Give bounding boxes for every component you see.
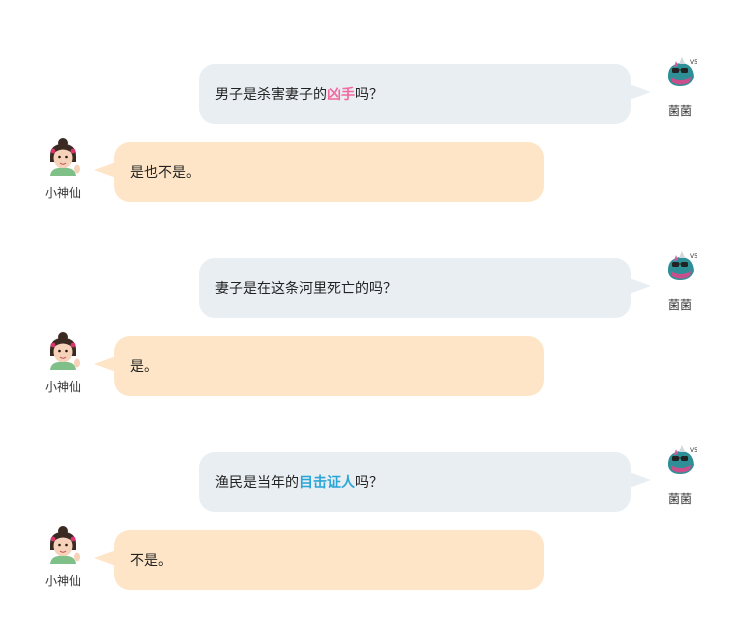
- user-name: 菌菌: [667, 104, 692, 118]
- user-name: 菌菌: [667, 298, 692, 312]
- question-bubble: 渔民是当年的目击证人吗？: [199, 452, 651, 512]
- fairy-avatar[interactable]: 小神仙: [40, 136, 86, 201]
- user-avatar[interactable]: 菌菌: [660, 250, 700, 313]
- user-avatar[interactable]: 菌菌: [660, 444, 700, 507]
- shark-avatar-icon: [663, 250, 697, 284]
- answer-text: 不是。: [130, 553, 172, 569]
- question-highlight: 目击证人: [299, 475, 355, 491]
- user-name: 菌菌: [667, 492, 692, 506]
- question-text-part: 吗？: [355, 87, 383, 103]
- question-text: 妻子是在这条河里死亡的吗？: [215, 278, 397, 298]
- question-bubble: 妻子是在这条河里死亡的吗？: [199, 258, 651, 318]
- shark-avatar-icon: [663, 56, 697, 90]
- question-text-part: 吗？: [355, 475, 383, 491]
- girl-avatar-icon: [43, 524, 83, 564]
- girl-avatar-icon: [43, 136, 83, 176]
- answer-text: 是也不是。: [130, 165, 200, 181]
- fairy-name: 小神仙: [44, 380, 81, 394]
- answer-bubble: 不是。: [94, 530, 544, 590]
- question-text-part: 妻子是在这条河里死亡的吗？: [215, 281, 397, 297]
- fairy-name: 小神仙: [44, 574, 81, 588]
- question-highlight: 凶手: [327, 87, 355, 103]
- shark-avatar-icon: [663, 444, 697, 478]
- fairy-avatar[interactable]: 小神仙: [40, 524, 86, 589]
- fairy-avatar[interactable]: 小神仙: [40, 330, 86, 395]
- question-bubble: 男子是杀害妻子的凶手吗？: [199, 64, 651, 124]
- girl-avatar-icon: [43, 330, 83, 370]
- question-text: 渔民是当年的目击证人吗？: [215, 472, 383, 492]
- user-avatar[interactable]: 菌菌: [660, 56, 700, 119]
- question-text-part: 男子是杀害妻子的: [215, 87, 327, 103]
- question-text: 男子是杀害妻子的凶手吗？: [215, 84, 383, 104]
- answer-text: 是。: [130, 359, 158, 375]
- fairy-name: 小神仙: [44, 186, 81, 200]
- answer-bubble: 是也不是。: [94, 142, 544, 202]
- question-text-part: 渔民是当年的: [215, 475, 299, 491]
- answer-bubble: 是。: [94, 336, 544, 396]
